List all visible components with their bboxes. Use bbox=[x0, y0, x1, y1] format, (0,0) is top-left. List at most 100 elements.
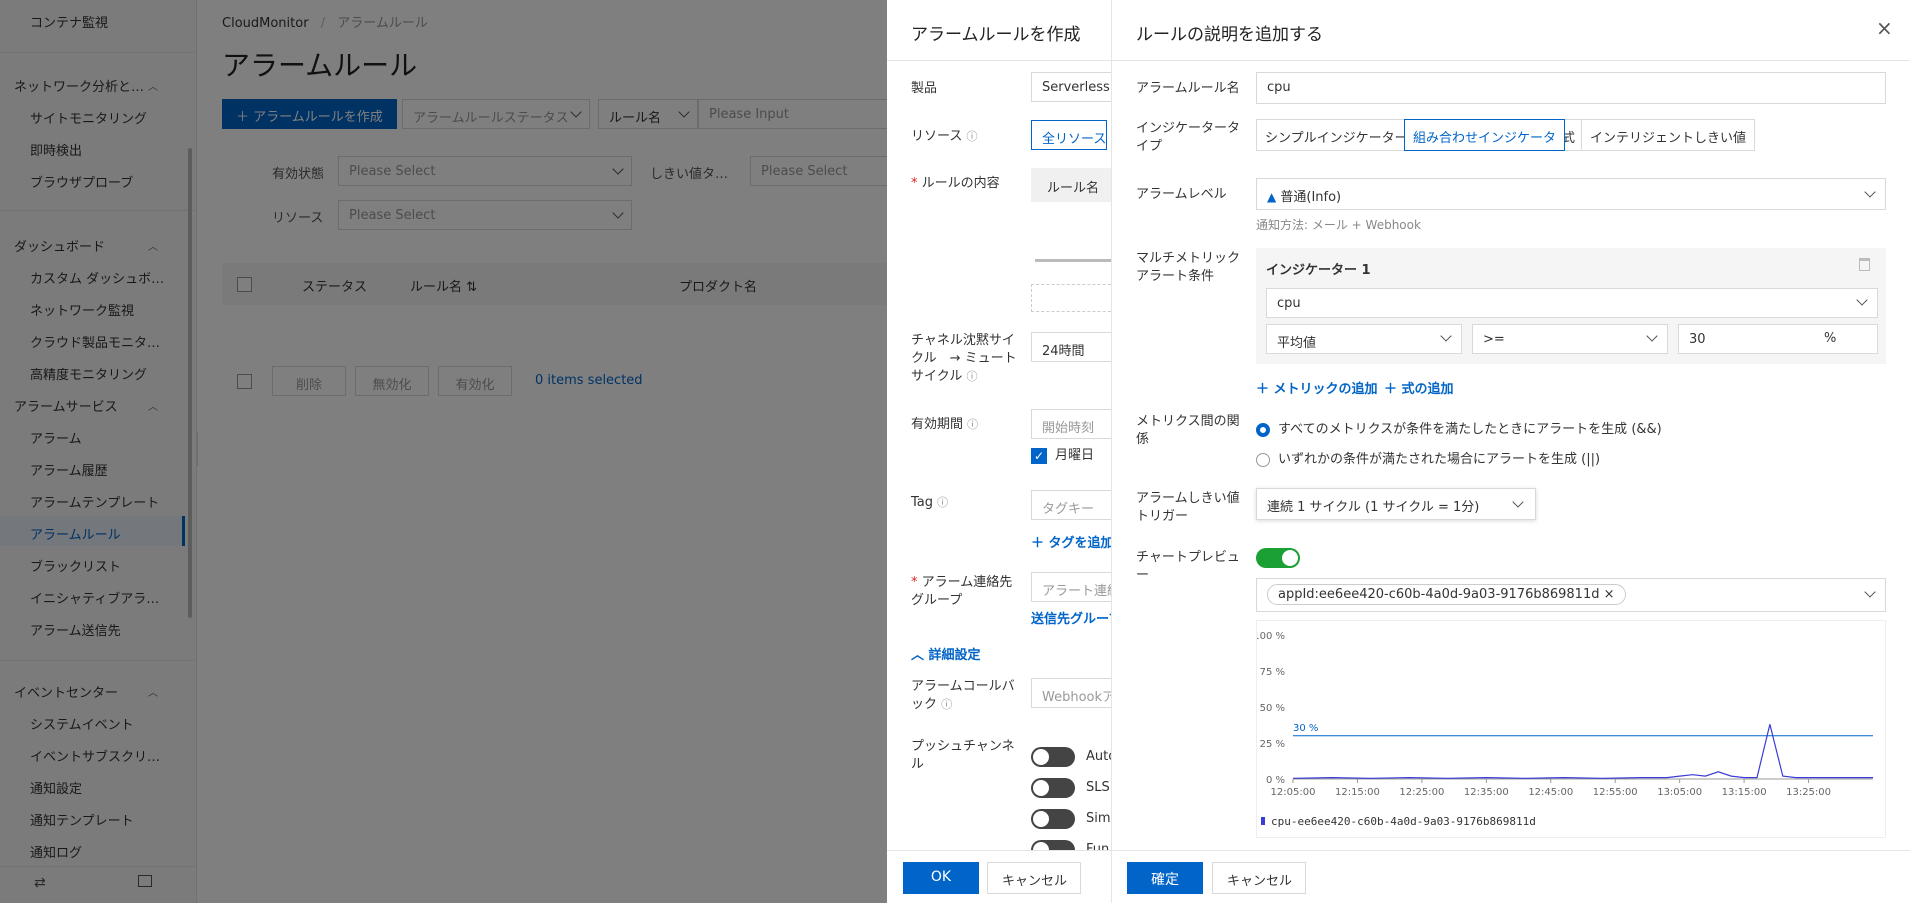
preview-resource-select[interactable]: appId:ee6ee420-c60b-4a0d-9a03-9176b86981… bbox=[1256, 578, 1886, 612]
close-icon[interactable]: × bbox=[1876, 16, 1893, 40]
resource-all-button[interactable]: 全リソース bbox=[1031, 120, 1107, 150]
add-tag-link[interactable]: ＋ タグを追加 bbox=[1031, 532, 1111, 551]
indicator-type-combined[interactable]: 組み合わせインジケータ bbox=[1404, 119, 1566, 151]
product-label: 製品 bbox=[911, 81, 938, 96]
alarm-level-select[interactable]: ▲ 普通(Info) bbox=[1256, 178, 1886, 210]
rule-content-scrollbar[interactable] bbox=[1035, 259, 1111, 262]
sender-group-link[interactable]: 送信先グループ bbox=[1031, 608, 1111, 627]
alarm-level-label: アラームレベル bbox=[1136, 187, 1227, 202]
tag-key-input[interactable]: タグキー bbox=[1031, 490, 1111, 520]
add-expression-link[interactable]: ＋ 式の追加 bbox=[1384, 378, 1454, 397]
trigger-label: アラームしきい値トリガー bbox=[1136, 491, 1240, 524]
drawer2-cancel-button[interactable]: キャンセル bbox=[1212, 862, 1306, 894]
x-tick-label: 12:45:00 bbox=[1528, 787, 1573, 798]
warning-icon: ▲ bbox=[1267, 190, 1277, 204]
drawer2-title: ルールの説明を追加する bbox=[1136, 25, 1323, 45]
x-tick-label: 12:05:00 bbox=[1271, 787, 1316, 798]
monday-label: 月曜日 bbox=[1055, 448, 1095, 463]
monday-checkbox[interactable]: ✓ bbox=[1031, 448, 1047, 464]
indicator-card: インジケーター 1 cpu 平均値 >= 30 % bbox=[1256, 248, 1886, 364]
threshold-input[interactable]: 30 bbox=[1678, 324, 1878, 354]
push-toggle-sls[interactable] bbox=[1031, 778, 1075, 798]
trash-icon[interactable] bbox=[1859, 258, 1870, 271]
line-chart: 100 % 75 % 50 % 25 % 0 %12:05:00 12:15:00 12:2… bbox=[1253, 631, 1873, 828]
start-time-input[interactable]: 開始時刻 bbox=[1031, 409, 1111, 439]
chevron-up-icon: ︿ bbox=[911, 648, 929, 663]
metric-select[interactable]: cpu bbox=[1266, 288, 1878, 318]
series-line bbox=[1292, 724, 1873, 779]
y-tick-label: 100 % bbox=[1257, 631, 1285, 642]
multi-metric-label: マルチメトリックアラート条件 bbox=[1136, 251, 1241, 284]
contact-group-label: * アラーム連絡先グループ bbox=[911, 575, 1013, 608]
relation-label: メトリクス間の関係 bbox=[1136, 414, 1240, 447]
operator-select[interactable]: >= bbox=[1472, 324, 1668, 354]
threshold-unit: % bbox=[1824, 331, 1837, 346]
rule-name-input[interactable]: cpu bbox=[1256, 72, 1886, 104]
help-icon: ⓘ bbox=[937, 496, 949, 509]
x-tick-label: 12:35:00 bbox=[1464, 787, 1509, 798]
y-tick-label: 50 % bbox=[1260, 703, 1285, 714]
tag-label: Tag ⓘ bbox=[911, 495, 949, 510]
app-root: コンテナ監視 ネットワーク分析と… ︿ サイトモニタリング 即時検出 ブラウザプ… bbox=[0, 0, 1910, 903]
level-hint: 通知方法: メール + Webhook bbox=[1256, 218, 1421, 232]
x-tick-label: 12:55:00 bbox=[1593, 787, 1638, 798]
x-tick-label: 13:15:00 bbox=[1722, 787, 1767, 798]
threshold-label: 30 % bbox=[1293, 723, 1318, 734]
y-tick-label: 0 % bbox=[1266, 775, 1285, 786]
relation-all-radio[interactable] bbox=[1256, 423, 1270, 437]
add-metric-link[interactable]: ＋ メトリックの追加 bbox=[1256, 378, 1378, 397]
help-icon: ⓘ bbox=[967, 418, 979, 431]
aggregation-select[interactable]: 平均値 bbox=[1266, 324, 1462, 354]
silence-cycle-label: チャネル沈黙サイクル → ミュートサイクル ⓘ bbox=[911, 333, 1017, 384]
drawer2-footer: 確定 キャンセル bbox=[1112, 850, 1910, 903]
relation-all-label: すべてのメトリクスが条件を満たしたときにアラートを生成 (&&) bbox=[1278, 422, 1662, 437]
ok-button[interactable]: OK bbox=[903, 862, 979, 894]
cancel-button[interactable]: キャンセル bbox=[987, 862, 1081, 894]
close-icon[interactable]: × bbox=[1604, 587, 1615, 602]
push-label-sim: Sim bbox=[1086, 811, 1111, 826]
create-rule-drawer: アラームルールを作成 製品 Serverless リソース ⓘ 全リソース * … bbox=[887, 0, 1111, 903]
legend-label: cpu-ee6ee420-c60b-4a0d-9a03-9176b869811d bbox=[1271, 815, 1536, 828]
chart-preview-label: チャートプレビュー bbox=[1136, 550, 1240, 583]
push-label-sls: SLS bbox=[1086, 780, 1110, 795]
valid-period-label: 有効期間 ⓘ bbox=[911, 417, 979, 432]
rule-name-label: アラームルール名 bbox=[1136, 81, 1240, 96]
push-toggle-sim[interactable] bbox=[1031, 809, 1075, 829]
rule-content-label: * ルールの内容 bbox=[911, 176, 1000, 191]
y-tick-label: 75 % bbox=[1260, 667, 1285, 678]
y-tick-label: 25 % bbox=[1260, 739, 1285, 750]
indicator-type-intelligent[interactable]: インテリジェントしきい値 bbox=[1581, 119, 1756, 151]
help-icon: ⓘ bbox=[966, 130, 978, 143]
advanced-settings-toggle[interactable]: ︿ 詳細設定 bbox=[911, 644, 981, 663]
confirm-button[interactable]: 確定 bbox=[1127, 862, 1203, 894]
help-icon: ⓘ bbox=[966, 370, 978, 383]
contact-group-select[interactable]: アラート連絡 bbox=[1031, 572, 1111, 602]
resource-label: リソース ⓘ bbox=[911, 129, 978, 144]
rule-description-drawer: ルールの説明を追加する × アラームルール名 cpu インジケータータイプ シン… bbox=[1111, 0, 1910, 903]
callback-label: アラームコールバック ⓘ bbox=[911, 679, 1015, 712]
push-toggle-auto[interactable] bbox=[1031, 747, 1075, 767]
push-label-auto: Auto bbox=[1086, 749, 1111, 764]
push-channel-label: プッシュチャンネル bbox=[911, 739, 1015, 772]
preview-resource-tag: appId:ee6ee420-c60b-4a0d-9a03-9176b86981… bbox=[1267, 584, 1626, 605]
x-tick-label: 12:15:00 bbox=[1335, 787, 1380, 798]
product-select[interactable]: Serverless bbox=[1031, 72, 1111, 102]
silence-cycle-select[interactable]: 24時間 bbox=[1031, 332, 1111, 362]
indicator-type-simple[interactable]: シンプルインジケーター bbox=[1256, 119, 1417, 151]
callback-input[interactable]: Webhookア bbox=[1031, 678, 1111, 708]
drawer-title: アラームルールを作成 bbox=[911, 25, 1081, 45]
rule-content-tab[interactable]: ルール名 bbox=[1031, 168, 1111, 202]
trigger-select[interactable]: 連続 1 サイクル (1 サイクル = 1分) bbox=[1256, 488, 1536, 520]
chart-preview-toggle[interactable] bbox=[1256, 548, 1300, 568]
x-tick-label: 12:25:00 bbox=[1399, 787, 1444, 798]
drawer1-footer: OK キャンセル bbox=[887, 850, 1111, 903]
relation-any-radio[interactable] bbox=[1256, 453, 1270, 467]
x-tick-label: 13:25:00 bbox=[1786, 787, 1831, 798]
indicator-type-label: インジケータータイプ bbox=[1136, 121, 1241, 154]
legend-swatch bbox=[1261, 817, 1265, 825]
help-icon: ⓘ bbox=[941, 698, 953, 711]
add-rule-placeholder[interactable] bbox=[1031, 284, 1111, 312]
relation-any-label: いずれかの条件が満たされた場合にアラートを生成 (||) bbox=[1278, 452, 1601, 467]
x-tick-label: 13:05:00 bbox=[1657, 787, 1702, 798]
chart-container: 100 % 75 % 50 % 25 % 0 %12:05:00 12:15:00 12:2… bbox=[1253, 620, 1886, 838]
